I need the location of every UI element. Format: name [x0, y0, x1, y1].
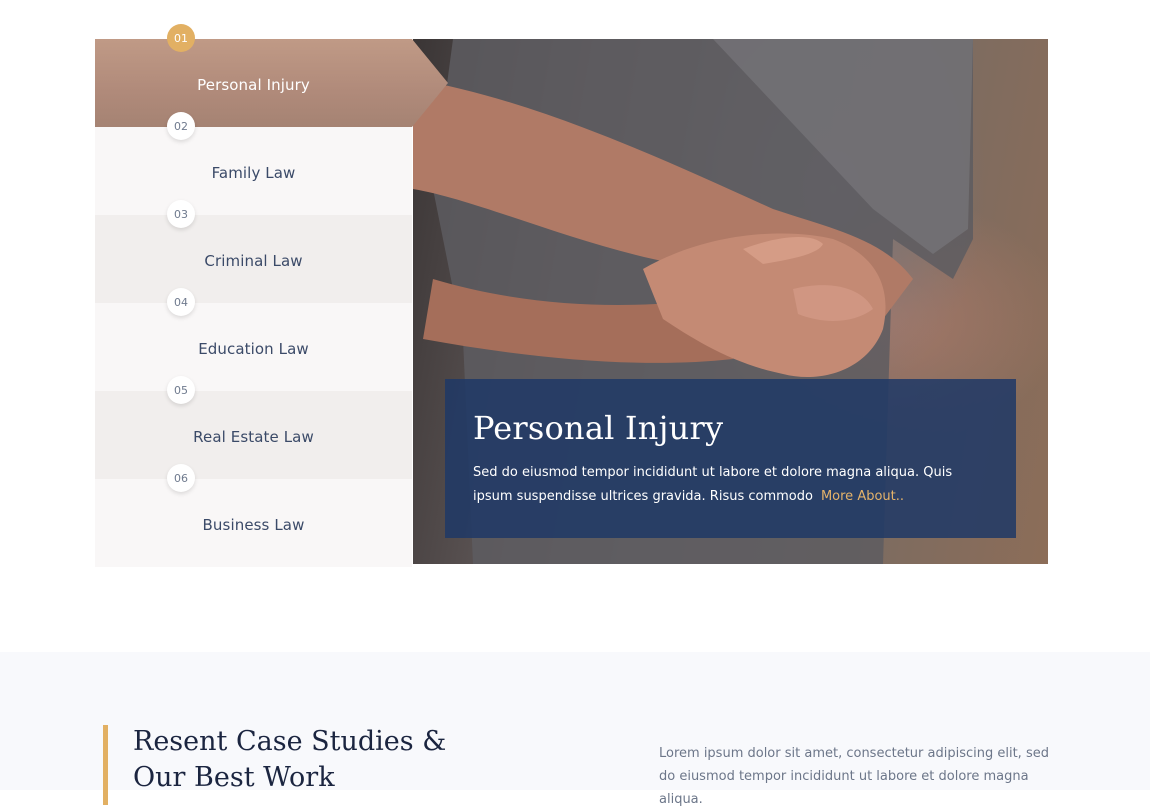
case-studies-intro: Lorem ipsum dolor sit amet, consectetur … — [659, 746, 1049, 807]
tab-number-badge: 05 — [167, 376, 195, 404]
tab-number-badge: 06 — [167, 464, 195, 492]
tab-label: Business Law — [202, 516, 305, 534]
feature-title: Personal Injury — [473, 409, 724, 447]
feature-description: Sed do eiusmod tempor incididunt ut labo… — [473, 461, 983, 509]
tab-business-law[interactable]: Business Law — [95, 479, 412, 567]
feature-photo: Personal Injury Sed do eiusmod tempor in… — [413, 39, 1048, 564]
tab-label: Real Estate Law — [193, 428, 314, 446]
tab-label: Family Law — [211, 164, 296, 182]
tab-family-law[interactable]: Family Law — [95, 127, 412, 215]
case-studies-section: Resent Case Studies & Our Best Work Lore… — [0, 652, 1150, 807]
tab-number-badge: 01 — [167, 24, 195, 52]
tab-label: Criminal Law — [204, 252, 303, 270]
tab-label: Personal Injury — [197, 76, 310, 94]
tab-personal-injury[interactable]: Personal Injury — [95, 39, 448, 127]
tab-real-estate-law[interactable]: Real Estate Law — [95, 391, 412, 479]
feature-card: Personal Injury Sed do eiusmod tempor in… — [445, 379, 1016, 538]
tab-number-badge: 02 — [167, 112, 195, 140]
tab-label: Education Law — [198, 340, 309, 358]
tab-number-badge: 03 — [167, 200, 195, 228]
case-studies-heading: Resent Case Studies & Our Best Work — [133, 726, 447, 793]
practice-tab-list: Personal Injury Family Law Criminal Law … — [95, 24, 448, 567]
heading-accent-bar — [103, 725, 108, 805]
tab-education-law[interactable]: Education Law — [95, 303, 412, 391]
more-about-link[interactable]: More About.. — [821, 489, 904, 504]
practice-areas-section: Personal Injury Family Law Criminal Law … — [95, 24, 1048, 567]
tab-number-badge: 04 — [167, 288, 195, 316]
tab-criminal-law[interactable]: Criminal Law — [95, 215, 412, 303]
